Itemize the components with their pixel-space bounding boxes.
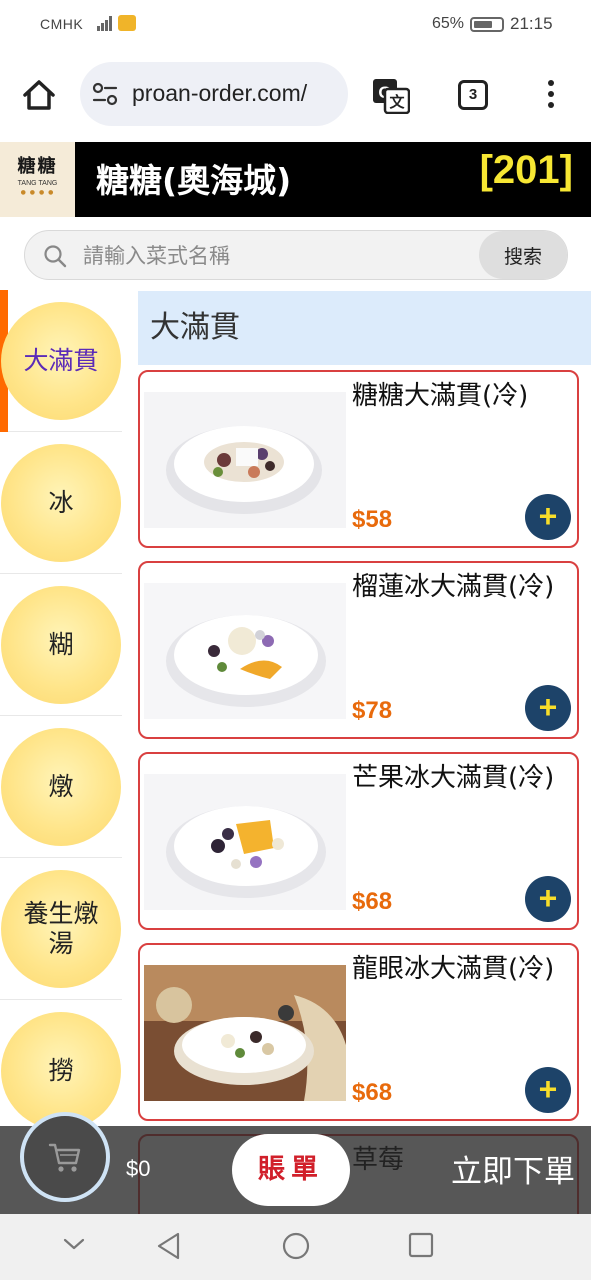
category-item-paste[interactable]: 糊: [0, 574, 122, 716]
category-item-ice[interactable]: 冰: [0, 432, 122, 574]
back-icon[interactable]: [156, 1232, 182, 1260]
table-number: [201]: [479, 148, 573, 192]
order-bar: $0 賬單 立即下單: [0, 1112, 591, 1214]
category-label: 冰: [1, 444, 121, 562]
submit-order-button[interactable]: 立即下單: [451, 1146, 575, 1191]
category-label: 撈: [1, 1012, 121, 1126]
translate-icon[interactable]: G 文: [372, 78, 410, 114]
cart-button[interactable]: [20, 1112, 110, 1202]
signal-icon: [97, 16, 112, 31]
sim-icon: [118, 15, 136, 31]
item-name: 糖糖大滿貫(冷): [352, 381, 529, 411]
category-label: 養生燉湯: [1, 870, 121, 988]
more-menu-icon[interactable]: [544, 80, 558, 110]
dessert-photo: [144, 583, 346, 719]
svg-text:文: 文: [389, 93, 405, 111]
carrier-label: CMHK: [40, 16, 84, 32]
recents-icon[interactable]: [408, 1232, 434, 1258]
item-name: 龍眼冰大滿貫(冷): [352, 954, 555, 984]
dessert-photo: [144, 774, 346, 910]
order-page: CMHK 65% 21:15 proan-order.com/ G: [0, 0, 591, 1280]
browser-toolbar: proan-order.com/ G 文 3: [0, 50, 591, 140]
bill-button[interactable]: 賬單: [232, 1134, 350, 1206]
category-label: 大滿貫: [1, 302, 121, 420]
logo-text: 糖糖: [17, 156, 58, 177]
cart-icon: [48, 1143, 81, 1172]
battery-icon: [470, 17, 504, 32]
category-label: 燉: [1, 728, 121, 846]
search-bar: 搜索: [24, 230, 568, 280]
site-settings-icon[interactable]: [92, 82, 118, 106]
cart-total: $0: [126, 1156, 151, 1181]
menu-item[interactable]: 龍眼冰大滿貫(冷) $68 +: [138, 943, 579, 1121]
address-bar[interactable]: proan-order.com/: [80, 62, 348, 126]
category-item-grand-slam[interactable]: 大滿貫: [0, 290, 122, 432]
chevron-down-icon[interactable]: [62, 1232, 86, 1256]
status-bar: CMHK 65% 21:15: [0, 0, 591, 50]
search-icon: [44, 245, 67, 268]
item-price: $58: [352, 506, 393, 533]
dessert-photo: [144, 965, 346, 1101]
home-nav-icon[interactable]: [282, 1232, 310, 1260]
add-to-cart-button[interactable]: +: [525, 876, 571, 922]
store-header: 糖糖 TANG TANG ● ● ● ● 糖糖(奧海城) [201]: [0, 142, 591, 217]
section-title: 大滿貫: [138, 291, 591, 365]
search-button[interactable]: 搜索: [479, 231, 567, 279]
category-label: 糊: [1, 586, 121, 704]
add-to-cart-button[interactable]: +: [525, 494, 571, 540]
menu-item[interactable]: 糖糖大滿貫(冷) $58 +: [138, 370, 579, 548]
home-icon[interactable]: [20, 76, 58, 114]
category-item-soup[interactable]: 養生燉湯: [0, 858, 122, 1000]
item-price: $68: [352, 1079, 393, 1106]
clock: 21:15: [510, 14, 553, 33]
dessert-photo: [144, 392, 346, 528]
url-text: proan-order.com/: [132, 80, 308, 106]
add-to-cart-button[interactable]: +: [525, 685, 571, 731]
system-nav-bar: [0, 1214, 591, 1280]
menu-item[interactable]: 芒果冰大滿貫(冷) $68 +: [138, 752, 579, 930]
menu-item[interactable]: 榴蓮冰大滿貫(冷) $78 +: [138, 561, 579, 739]
item-name: 芒果冰大滿貫(冷): [352, 763, 555, 793]
add-to-cart-button[interactable]: +: [525, 1067, 571, 1113]
category-sidebar: 大滿貫 冰 糊 燉 養生燉湯 撈: [0, 290, 130, 1126]
battery-percent: 65%: [432, 15, 465, 32]
logo-subtext: TANG TANG: [17, 180, 58, 187]
store-name: 糖糖(奧海城): [96, 161, 292, 200]
item-price: $68: [352, 888, 393, 915]
item-price: $78: [352, 697, 393, 724]
search-input[interactable]: [83, 239, 473, 273]
category-item-mix[interactable]: 撈: [0, 1000, 122, 1126]
category-item-stew[interactable]: 燉: [0, 716, 122, 858]
tab-switcher-button[interactable]: 3: [458, 80, 488, 110]
logo-ornament: ● ● ● ●: [20, 189, 55, 196]
store-logo: 糖糖 TANG TANG ● ● ● ●: [0, 142, 75, 217]
item-name: 榴蓮冰大滿貫(冷): [352, 572, 555, 602]
